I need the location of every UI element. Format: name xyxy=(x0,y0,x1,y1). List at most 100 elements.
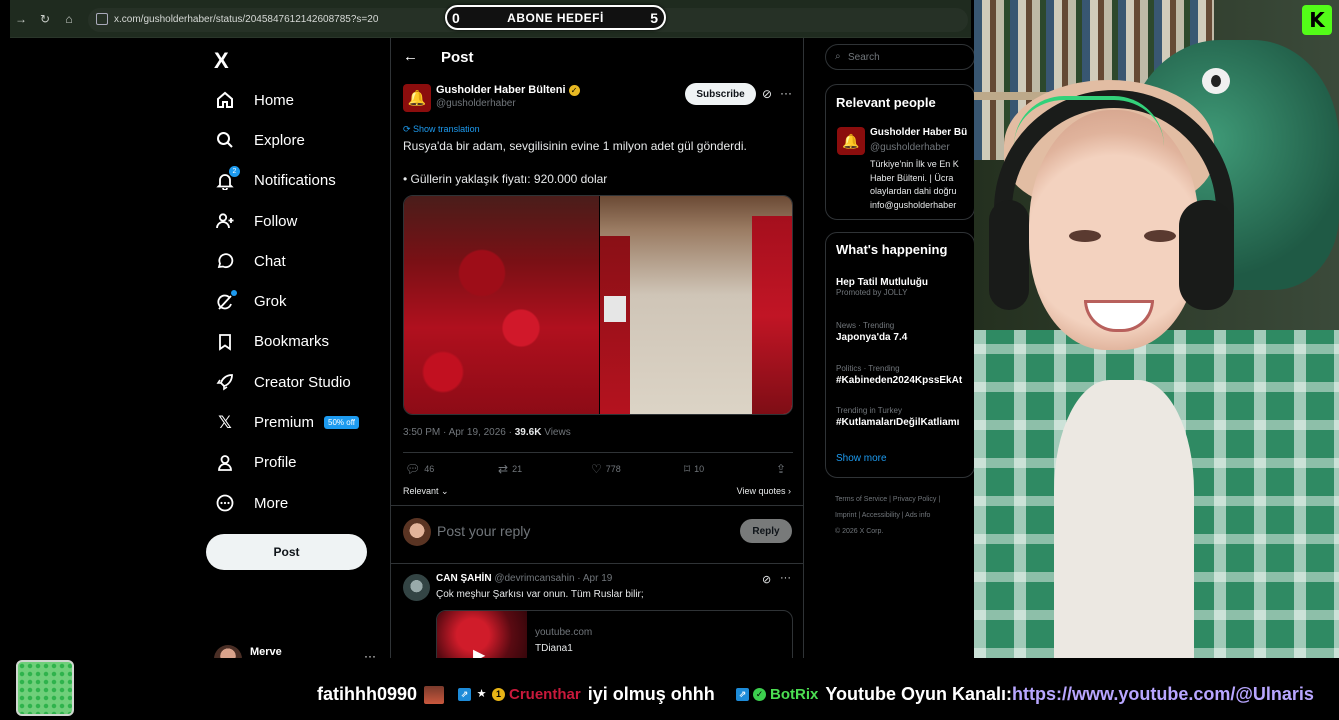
chat-message: ⇗ ★ 1 Cruenthar iyi olmuş ohhh xyxy=(458,684,715,705)
relevant-person-handle: @gusholderhaber xyxy=(870,142,950,153)
bookmark-icon xyxy=(214,331,236,353)
sidebar-item-more[interactable]: More xyxy=(206,483,386,523)
chat-text: iyi olmuş ohhh xyxy=(587,684,715,704)
video-thumbnail: ▶ xyxy=(437,611,527,658)
reply-sort-dropdown[interactable]: Relevant ⌄ xyxy=(403,486,449,497)
bell-icon: 2 xyxy=(214,165,240,192)
roses-image-left[interactable] xyxy=(404,196,599,414)
chevron-right-icon: › xyxy=(785,486,791,496)
trend-name: #KutlamalarıDeğilKatliamı xyxy=(836,417,960,428)
reply-sort-label: Relevant xyxy=(403,486,439,496)
trend-item[interactable]: Trending in Turkey #KutlamalarıDeğilKatl… xyxy=(836,406,959,428)
reply-button[interactable]: Reply xyxy=(740,519,792,543)
headset-ear-cup xyxy=(989,200,1029,310)
footer-line[interactable]: Terms of Service | Privacy Policy | xyxy=(835,492,975,508)
trend-category: Trending in Turkey xyxy=(836,406,902,415)
subscribe-button[interactable]: Subscribe xyxy=(685,83,756,105)
sidebar-item-home[interactable]: Home xyxy=(206,80,386,120)
grok-explain-icon[interactable]: ⊘ xyxy=(762,87,772,101)
divider xyxy=(391,563,803,564)
post-button[interactable]: Post xyxy=(206,534,367,570)
grok-explain-icon[interactable]: ⊘ xyxy=(762,573,771,586)
roses-image-right[interactable] xyxy=(600,196,792,414)
author-name[interactable]: Gusholder Haber Bülteni ✓ xyxy=(436,84,580,96)
eye xyxy=(1069,230,1101,242)
grok-icon xyxy=(214,289,237,313)
sidebar-item-bookmarks[interactable]: Bookmarks xyxy=(206,322,386,362)
chat-username: fatihhh0990 xyxy=(317,684,418,704)
search-icon xyxy=(214,129,236,151)
search-input[interactable]: ⌕ Search xyxy=(825,44,975,70)
comment-avatar[interactable] xyxy=(403,574,430,601)
x-logo-icon[interactable]: X xyxy=(214,48,229,74)
like-stat[interactable]: ♡ 778 xyxy=(591,462,621,476)
back-arrow-icon[interactable]: ← xyxy=(403,48,418,65)
webcam-feed xyxy=(974,0,1339,658)
sidebar-item-label: Bookmarks xyxy=(254,333,330,351)
home-browser-icon[interactable]: ⌂ xyxy=(62,12,76,26)
bookmark-icon: ⌑ xyxy=(684,462,691,476)
headset-ear-cup xyxy=(1179,200,1234,310)
bookmark-stat[interactable]: ⌑ 10 xyxy=(684,462,704,476)
bookmark-count: 10 xyxy=(694,464,705,474)
trend-item[interactable]: Politics · Trending #Kabineden2024KpssEk… xyxy=(836,364,962,386)
relevant-person-avatar[interactable]: 🔔 xyxy=(837,127,865,155)
more-options-icon[interactable]: ··· xyxy=(780,86,792,100)
trend-item[interactable]: News · Trending Japonya'da 7.4 xyxy=(836,321,907,343)
sidebar-item-notifications[interactable]: 2 Notifications xyxy=(206,161,386,201)
sidebar-item-label: Premium xyxy=(254,414,315,432)
reply-icon: 💬︎ xyxy=(405,462,421,476)
sidebar-item-follow[interactable]: Follow xyxy=(206,201,386,241)
sidebar-item-label: Explore xyxy=(254,131,305,149)
sidebar-item-label: Chat xyxy=(254,252,286,270)
more-options-icon[interactable]: ··· xyxy=(780,572,791,584)
subscriber-badge-icon: ⇗ xyxy=(736,688,749,701)
views-count: 39.6K xyxy=(514,427,542,438)
sidebar-item-profile[interactable]: Profile xyxy=(206,443,386,483)
share-icon: ⇪ xyxy=(776,462,787,476)
search-placeholder: Search xyxy=(848,52,880,63)
kick-logo-icon: K xyxy=(1302,5,1332,35)
sidebar-item-chat[interactable]: Chat xyxy=(206,241,386,281)
relevant-person-bio: Türkiye'nin İlk ve En K Haber Bülteni. |… xyxy=(870,159,959,210)
relevant-person-name[interactable]: Gusholder Haber Bü xyxy=(870,127,967,138)
sidebar-item-creator-studio[interactable]: Creator Studio xyxy=(206,362,386,402)
more-circle-icon xyxy=(214,492,236,514)
sidebar-item-label: Creator Studio xyxy=(254,373,351,391)
forward-arrow-icon[interactable]: → xyxy=(14,12,28,26)
site-info-icon[interactable] xyxy=(96,13,108,25)
promoted-label: Promoted by JOLLY xyxy=(836,288,908,297)
view-quotes-link[interactable]: View quotes › xyxy=(737,486,791,496)
reply-stat[interactable]: 💬︎ 46 xyxy=(405,462,434,476)
sidebar-item-premium[interactable]: 𝕏 Premium 50% off xyxy=(206,402,386,442)
author-handle[interactable]: @gusholderhaber xyxy=(436,98,516,109)
author-avatar[interactable]: 🔔 xyxy=(403,84,431,112)
trend-name: Japonya'da 7.4 xyxy=(836,332,908,343)
rocket-icon xyxy=(214,371,236,393)
chat-emote-icon xyxy=(424,685,445,704)
reply-count: 46 xyxy=(424,464,435,474)
trend-item[interactable]: Hep Tatil Mutluluğu Promoted by JOLLY xyxy=(836,275,928,297)
author-name-text: Gusholder Haber Bülteni xyxy=(436,84,566,96)
comment-author[interactable]: CAN ŞAHİN xyxy=(436,573,492,584)
show-more-link[interactable]: Show more xyxy=(836,453,887,464)
post-text: Rusya'da bir adam, sevgilisinin evine 1 … xyxy=(403,139,747,153)
show-translation-link[interactable]: ⟳ Show translation xyxy=(403,124,480,135)
sidebar-item-grok[interactable]: Grok xyxy=(206,281,386,321)
subscriber-goal-overlay: 0 ABONE HEDEFİ 5 xyxy=(445,5,666,30)
reply-input[interactable]: Post your reply xyxy=(437,523,530,539)
person-plus-icon xyxy=(214,210,236,232)
x-icon: 𝕏 xyxy=(218,412,232,432)
post-timestamp[interactable]: 3:50 PM · Apr 19, 2026 · xyxy=(403,427,515,438)
home-icon xyxy=(214,89,236,111)
sidebar-item-explore[interactable]: Explore xyxy=(206,120,386,160)
link-card[interactable]: ▶ youtube.com TDiana1 xyxy=(436,610,793,658)
card-domain: youtube.com xyxy=(535,627,593,638)
chat-message: fatihhh0990 xyxy=(317,684,445,705)
footer-line[interactable]: Imprint | Accessibility | Ads info xyxy=(835,508,975,524)
repost-stat[interactable]: ⇄ 21 xyxy=(498,462,522,476)
share-stat[interactable]: ⇪ xyxy=(776,462,790,476)
chat-link: https://www.youtube.com/@Ulnaris xyxy=(1012,684,1314,704)
reload-icon[interactable]: ↻ xyxy=(38,12,52,26)
post-media[interactable] xyxy=(403,195,793,415)
